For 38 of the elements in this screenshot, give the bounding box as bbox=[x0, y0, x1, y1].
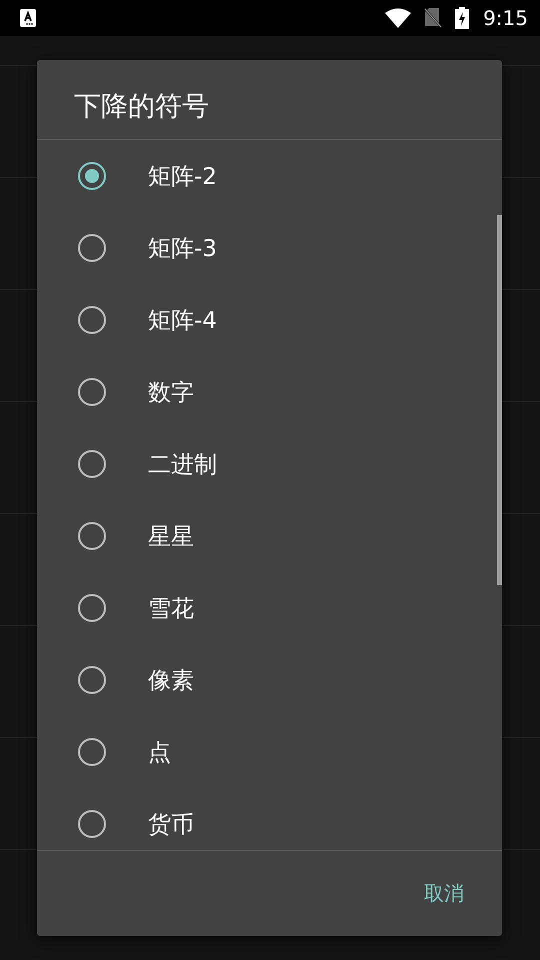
radio-button[interactable] bbox=[78, 810, 106, 838]
option-label: 雪花 bbox=[148, 594, 194, 624]
radio-button[interactable] bbox=[78, 594, 106, 622]
dialog-title: 下降的符号 bbox=[37, 60, 502, 140]
radio-button[interactable] bbox=[78, 738, 106, 766]
option-label: 二进制 bbox=[148, 450, 217, 480]
option-label: 像素 bbox=[148, 666, 194, 696]
option-label: 矩阵-3 bbox=[148, 234, 217, 264]
radio-option[interactable]: 货币 bbox=[37, 788, 502, 850]
radio-option[interactable]: 矩阵-4 bbox=[37, 284, 502, 356]
option-label: 数字 bbox=[148, 378, 194, 408]
no-sim-icon bbox=[423, 7, 444, 29]
option-label: 星星 bbox=[148, 522, 194, 552]
radio-button[interactable] bbox=[78, 666, 106, 694]
radio-button[interactable] bbox=[78, 378, 106, 406]
radio-option[interactable]: 二进制 bbox=[37, 428, 502, 500]
radio-option[interactable]: 矩阵-3 bbox=[37, 212, 502, 284]
radio-button[interactable] bbox=[78, 162, 106, 190]
cancel-button[interactable]: 取消 bbox=[410, 870, 478, 917]
radio-button[interactable] bbox=[78, 234, 106, 262]
keyboard-app-icon bbox=[20, 9, 36, 27]
option-label: 矩阵-4 bbox=[148, 306, 217, 336]
option-label: 货币 bbox=[148, 810, 194, 840]
battery-charging-icon bbox=[455, 7, 470, 29]
wifi-icon bbox=[385, 8, 412, 28]
radio-option[interactable]: 矩阵-2 bbox=[37, 140, 502, 212]
radio-button[interactable] bbox=[78, 306, 106, 334]
radio-option[interactable]: 星星 bbox=[37, 500, 502, 572]
clock-time: 9:15 bbox=[483, 6, 528, 30]
radio-option[interactable]: 像素 bbox=[37, 644, 502, 716]
radio-button[interactable] bbox=[78, 450, 106, 478]
radio-option[interactable]: 点 bbox=[37, 716, 502, 788]
scrollbar[interactable] bbox=[497, 215, 502, 585]
radio-option[interactable]: 数字 bbox=[37, 356, 502, 428]
radio-option[interactable]: 雪花 bbox=[37, 572, 502, 644]
option-label: 矩阵-2 bbox=[148, 162, 217, 192]
radio-button[interactable] bbox=[78, 522, 106, 550]
option-label: 点 bbox=[148, 738, 171, 768]
